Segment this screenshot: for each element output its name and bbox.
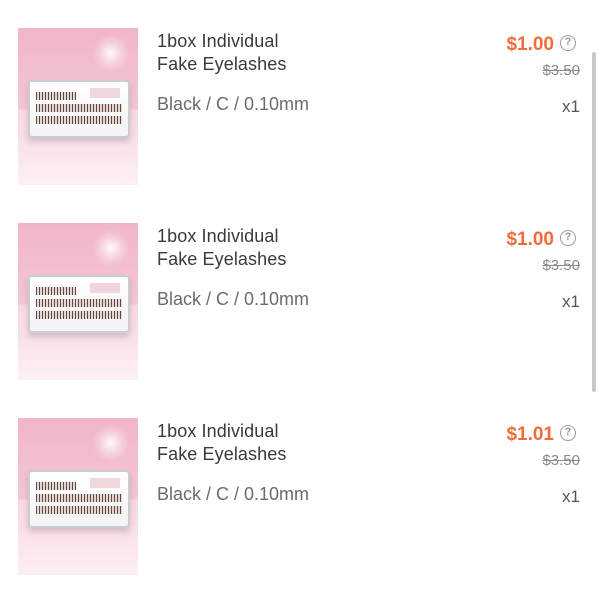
help-icon[interactable]: ? (560, 425, 576, 441)
sale-price: $1.00 (506, 34, 554, 55)
help-icon[interactable]: ? (560, 35, 576, 51)
product-title[interactable]: 1box Individual Fake Eyelashes (157, 420, 357, 466)
quantity: x1 (562, 487, 580, 506)
original-price: $3.50 (542, 452, 580, 469)
list-item[interactable]: 1box Individual Fake Eyelashes Black / C… (0, 390, 600, 575)
quantity: x1 (562, 97, 580, 116)
help-icon[interactable]: ? (560, 230, 576, 246)
product-title-line: 1box Individual (157, 226, 279, 246)
product-title-line: 1box Individual (157, 421, 279, 441)
product-variant: Black / C / 0.10mm (157, 94, 310, 114)
order-item-list: 1box Individual Fake Eyelashes Black / C… (0, 0, 600, 600)
product-thumbnail[interactable] (18, 223, 138, 380)
list-item[interactable]: 1box Individual Fake Eyelashes Black / C… (0, 0, 600, 185)
product-title[interactable]: 1box Individual Fake Eyelashes (157, 225, 357, 271)
scrollbar[interactable] (592, 52, 596, 392)
original-price: $3.50 (542, 62, 580, 79)
product-title-line: Fake Eyelashes (157, 249, 287, 269)
product-title-line: Fake Eyelashes (157, 444, 287, 464)
product-variant: Black / C / 0.10mm (157, 484, 310, 504)
quantity: x1 (562, 292, 580, 311)
product-thumbnail[interactable] (18, 418, 138, 575)
eyelash-box-image (28, 470, 130, 528)
list-item[interactable]: 1box Individual Fake Eyelashes Black / C… (0, 195, 600, 380)
sale-price: $1.00 (506, 229, 554, 250)
product-title[interactable]: 1box Individual Fake Eyelashes (157, 30, 357, 76)
eyelash-box-image (28, 275, 130, 333)
product-title-line: 1box Individual (157, 31, 279, 51)
original-price: $3.50 (542, 257, 580, 274)
sale-price: $1.01 (506, 424, 554, 445)
product-thumbnail[interactable] (18, 28, 138, 185)
product-variant: Black / C / 0.10mm (157, 289, 310, 309)
product-title-line: Fake Eyelashes (157, 54, 287, 74)
eyelash-box-image (28, 80, 130, 138)
